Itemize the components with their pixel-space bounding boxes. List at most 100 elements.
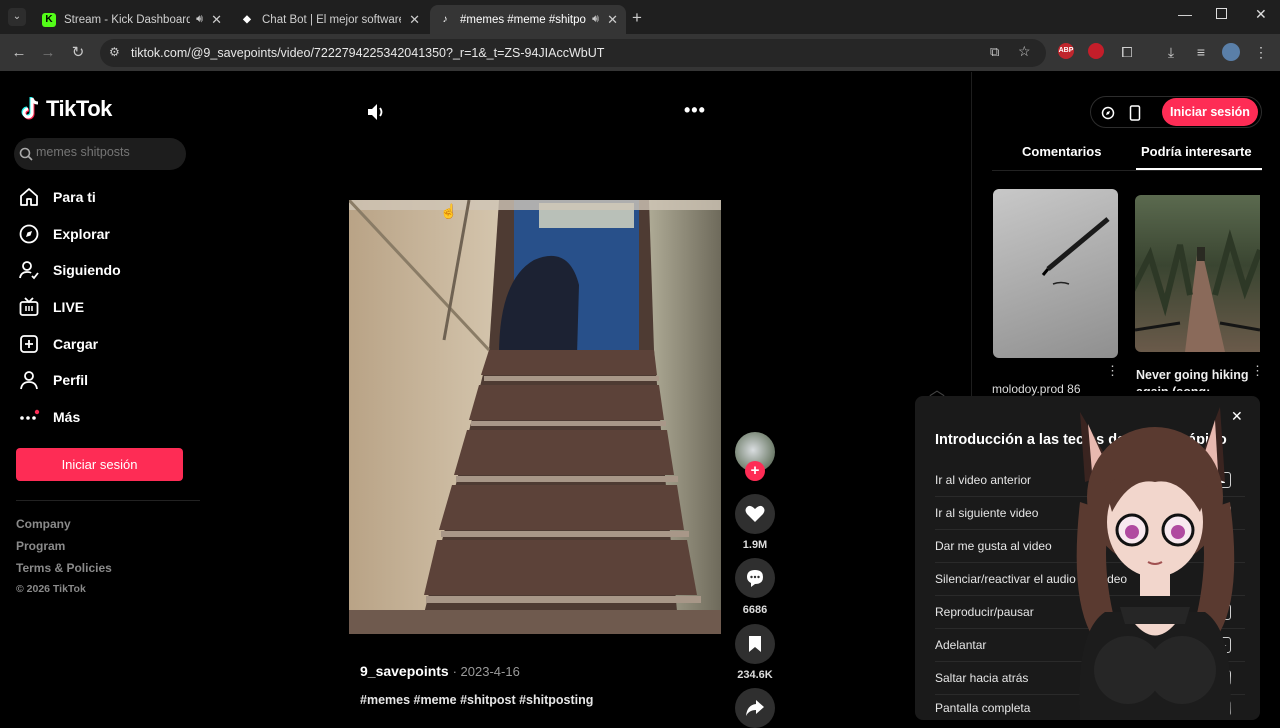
tab-title: Chat Bot | El mejor software pa — [262, 13, 402, 26]
video-hashtags[interactable]: #memes #meme #shitpost #shitposting — [360, 693, 593, 707]
compass-icon[interactable] — [1101, 106, 1115, 120]
speaker-icon[interactable]: 🔊︎ — [196, 13, 203, 26]
sidebar-item-para-ti[interactable]: Para ti — [18, 182, 96, 212]
close-icon[interactable]: ✕ — [211, 12, 222, 28]
tiktok-logo[interactable]: TikTok — [20, 96, 112, 122]
tiktok-note-icon — [21, 97, 39, 120]
menu-kebab-icon[interactable]: ⋮ — [1252, 43, 1270, 61]
hand-extension-icon[interactable] — [1088, 43, 1106, 61]
vtuber-avatar-overlay — [1076, 407, 1235, 720]
url-text[interactable]: tiktok.com/@9_savepoints/video/722279422… — [131, 46, 604, 60]
header-login-button[interactable]: Iniciar sesión — [1162, 98, 1258, 126]
footer-copyright: © 2026 TikTok — [16, 583, 86, 595]
mobile-device-icon[interactable] — [1129, 105, 1141, 121]
tab-kick-dashboard[interactable]: K Stream - Kick Dashboard 🔊︎ ✕ — [34, 5, 230, 34]
profile-icon — [20, 371, 38, 390]
new-tab-button[interactable]: + — [632, 8, 642, 28]
comment-button[interactable] — [735, 558, 775, 598]
suggested-video-thumbnail[interactable] — [1135, 195, 1260, 352]
tab-chat-bot[interactable]: ◆ Chat Bot | El mejor software pa ✕ — [232, 5, 428, 34]
sidebar-login-button[interactable]: Iniciar sesión — [16, 448, 183, 481]
close-window-button[interactable]: ✕ — [1255, 6, 1267, 23]
sidebar-item-live[interactable]: LIVE — [18, 292, 84, 322]
tab-title: Stream - Kick Dashboard — [64, 13, 191, 26]
close-icon[interactable]: ✕ — [607, 12, 618, 28]
comment-bubble-icon — [747, 570, 763, 587]
tiktok-page: TikTok Para ti Explorar Siguiendo LIVE C… — [0, 72, 1280, 728]
shortcut-label: Ir al siguiente video — [935, 506, 1039, 520]
compass-icon — [19, 224, 39, 244]
sidebar-item-label: Para ti — [53, 189, 96, 205]
footer-link-program[interactable]: Program — [16, 539, 65, 553]
browser-tab-bar: ⌄ K Stream - Kick Dashboard 🔊︎ ✕ ◆ Chat … — [0, 0, 1280, 34]
thumbnail-forest-trail — [1135, 229, 1260, 352]
post-date: · 2023-4-16 — [452, 664, 520, 679]
search-input[interactable] — [36, 145, 176, 159]
suggested-video-title[interactable]: molodoy.prod 86 — [992, 382, 1081, 396]
media-control-icon[interactable]: ≡ — [1192, 43, 1210, 61]
kick-favicon-icon: K — [42, 12, 56, 27]
close-icon[interactable]: ✕ — [409, 12, 420, 28]
download-icon[interactable]: ⤓ — [1162, 43, 1180, 61]
reload-icon[interactable]: ↻ — [67, 42, 89, 64]
kebab-menu-icon[interactable]: ⋮ — [1251, 363, 1264, 379]
like-count: 1.9M — [742, 539, 768, 551]
adblock-extension-icon[interactable]: ABP — [1058, 43, 1076, 61]
sidebar-divider — [16, 500, 200, 501]
maximize-button[interactable] — [1216, 8, 1227, 19]
search-icon — [19, 147, 33, 161]
sidebar-item-label: Explorar — [53, 226, 110, 242]
sidebar-item-explorar[interactable]: Explorar — [18, 219, 110, 249]
mouse-cursor: ☝ — [440, 203, 458, 219]
forward-arrow-icon[interactable]: → — [37, 42, 59, 64]
tab-podria-interesarte[interactable]: Podría interesarte — [1141, 144, 1252, 159]
save-count: 234.6K — [737, 669, 773, 681]
extensions-puzzle-icon[interactable]: ⧠ — [1118, 43, 1136, 61]
bookmark-icon — [749, 636, 761, 652]
sidebar-item-label: Cargar — [53, 336, 99, 352]
author-name[interactable]: 9_savepoints — [360, 663, 449, 679]
sidebar-item-perfil[interactable]: Perfil — [18, 365, 88, 395]
tab-search-icon[interactable]: ⌄ — [8, 8, 26, 26]
address-bar[interactable]: ⚙ tiktok.com/@9_savepoints/video/7222794… — [100, 39, 1046, 67]
comment-count: 6686 — [742, 604, 768, 616]
bot-favicon-icon: ◆ — [243, 14, 251, 25]
site-info-icon[interactable]: ⚙ — [109, 45, 120, 59]
like-button[interactable] — [735, 494, 775, 534]
share-arrow-icon — [746, 700, 764, 716]
kebab-menu-icon[interactable]: ⋮ — [1106, 363, 1119, 379]
browser-toolbar: ← → ↻ ⚙ tiktok.com/@9_savepoints/video/7… — [0, 34, 1280, 72]
search-box[interactable] — [14, 138, 186, 170]
profile-avatar-icon[interactable] — [1222, 43, 1240, 61]
save-button[interactable] — [735, 624, 775, 664]
more-icon — [20, 409, 40, 420]
video-player[interactable] — [349, 200, 721, 634]
heart-icon — [745, 505, 765, 522]
bookmark-star-icon[interactable]: ☆ — [1018, 43, 1031, 60]
tab-comentarios[interactable]: Comentarios — [1022, 144, 1101, 159]
sidebar-item-mas[interactable]: Más — [18, 402, 80, 432]
follow-plus-icon[interactable]: + — [745, 461, 765, 481]
shortcut-label: Pantalla completa — [935, 700, 1031, 715]
footer-link-terms[interactable]: Terms & Policies — [16, 561, 112, 575]
thumbnail-pen-drawing — [1041, 217, 1110, 285]
sidebar-item-cargar[interactable]: Cargar — [18, 329, 98, 359]
header-actions: Iniciar sesión — [1090, 96, 1262, 128]
speaker-icon[interactable]: 🔊︎ — [592, 13, 599, 26]
volume-icon[interactable] — [366, 102, 388, 122]
tab-tiktok[interactable]: ♪ #memes #meme #shitpost 🔊︎ ✕ — [430, 5, 626, 34]
share-button[interactable] — [735, 688, 775, 728]
home-icon — [20, 188, 38, 206]
shortcut-label: Ir al video anterior — [935, 473, 1032, 487]
minimize-button[interactable]: — — [1178, 6, 1192, 22]
footer-link-company[interactable]: Company — [16, 517, 71, 531]
sidebar-item-label: Perfil — [53, 372, 89, 388]
suggested-video-thumbnail[interactable] — [993, 189, 1118, 358]
suggested-video-title[interactable]: Never going hiking again (song: — [1136, 367, 1251, 391]
install-app-icon[interactable]: ⧉ — [990, 44, 999, 60]
sidebar-item-label: Siguiendo — [53, 262, 121, 278]
sidebar-item-siguiendo[interactable]: Siguiendo — [18, 255, 121, 285]
more-options-icon[interactable]: ••• — [684, 100, 706, 121]
back-arrow-icon[interactable]: ← — [8, 42, 30, 64]
video-frame-staircase — [349, 200, 721, 634]
